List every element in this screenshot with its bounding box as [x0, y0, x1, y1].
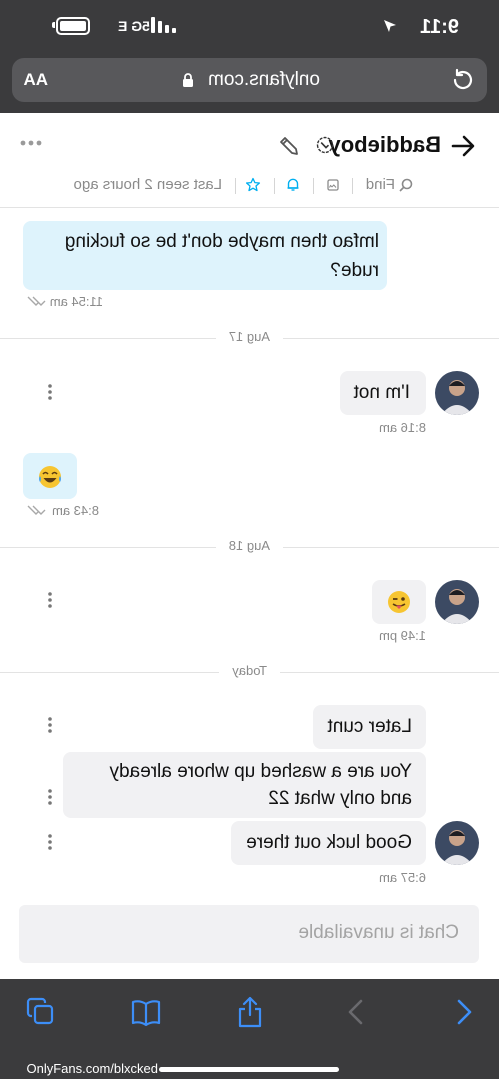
sender-avatar[interactable] — [435, 371, 479, 415]
read-receipt-icon — [27, 296, 46, 306]
verified-badge-icon — [316, 136, 334, 154]
search-icon[interactable] — [399, 178, 413, 192]
favorite-star-icon[interactable] — [245, 177, 261, 193]
meta-divider — [235, 178, 236, 194]
network-type: 5G E — [118, 18, 150, 34]
date-divider: Aug 18 — [0, 538, 499, 553]
meta-divider — [274, 178, 275, 194]
message-time: 1:49 pm — [379, 628, 426, 643]
message-bubble-sent[interactable]: I'm not — [340, 371, 426, 415]
tabs-icon[interactable] — [25, 995, 55, 1029]
message-time: 6:57 am — [379, 870, 426, 885]
message-time: 11:54 am — [49, 294, 103, 309]
date-divider: Today — [0, 663, 499, 678]
message-bubble-sent[interactable]: Good luck out there — [231, 821, 426, 865]
message-bubble-sent[interactable] — [372, 580, 426, 624]
message-text: Later cunt — [327, 716, 413, 737]
message-text: You are a washed up whore already — [109, 761, 412, 782]
sender-avatar[interactable] — [435, 580, 479, 624]
back-chevron-icon — [348, 999, 363, 1025]
chat-username[interactable]: Baddieboy — [329, 132, 441, 158]
message-bubble-received[interactable] — [23, 453, 77, 499]
chat-meta-row: Find Last seen 2 hours ago — [74, 176, 413, 196]
address-bar[interactable]: AA onlyfans.com — [12, 58, 487, 102]
bookmarks-icon[interactable] — [131, 995, 161, 1029]
message-options-icon[interactable] — [47, 592, 53, 608]
status-time: 9:11 — [420, 16, 459, 38]
text-size-button[interactable]: AA — [23, 70, 48, 90]
edit-pencil-icon[interactable] — [278, 135, 300, 157]
message-text: Good luck out there — [246, 832, 412, 853]
chat-unavailable-box: Chat is unavailable — [19, 905, 479, 963]
read-receipt-icon — [27, 505, 46, 515]
signal-icon — [150, 17, 176, 33]
message-text: I'm not — [353, 382, 410, 403]
winking-tongue-emoji-icon — [388, 591, 410, 613]
notification-bell-icon[interactable] — [286, 177, 300, 192]
back-arrow-icon[interactable] — [451, 135, 475, 157]
laughing-crying-emoji-icon — [39, 466, 61, 488]
home-indicator — [159, 1067, 339, 1072]
find-link[interactable]: Find — [366, 176, 395, 193]
last-seen-status: Last seen 2 hours ago — [73, 176, 222, 193]
reload-icon[interactable] — [451, 68, 475, 92]
message-text: lmfao then maybe don't be so fucking — [64, 231, 379, 252]
meta-divider — [313, 178, 314, 194]
share-icon[interactable] — [235, 995, 265, 1029]
message-options-icon[interactable] — [47, 384, 53, 400]
chat-unavailable-text: Chat is unavailable — [298, 922, 459, 943]
message-options-icon[interactable] — [47, 717, 53, 733]
battery-icon — [56, 17, 90, 35]
lock-icon — [183, 73, 193, 87]
message-options-icon[interactable] — [47, 834, 53, 850]
message-time: 8:43 am — [52, 503, 99, 518]
message-options-icon[interactable] — [47, 789, 53, 805]
message-time: 8:16 am — [379, 420, 426, 435]
browser-top: 9:11 5G E AA onlyfans.com — [0, 0, 499, 113]
date-divider: Aug 17 — [0, 329, 499, 344]
sender-avatar[interactable] — [435, 821, 479, 865]
screen: 9:11 5G E AA onlyfans.com Baddieboy Find — [0, 0, 499, 1079]
message-bubble-sent[interactable]: Later cunt — [313, 705, 426, 749]
forward-chevron-icon[interactable] — [449, 995, 479, 1029]
status-bar: 9:11 5G E — [0, 0, 499, 52]
watermark-text: OnlyFans.com/blxcked — [26, 1061, 159, 1076]
date-label: Aug 17 — [215, 329, 283, 344]
browser-toolbar: OnlyFans.com/blxcked — [0, 979, 499, 1079]
more-options-icon[interactable] — [19, 139, 43, 147]
media-gallery-icon[interactable] — [327, 179, 339, 191]
date-label: Today — [219, 663, 280, 678]
meta-divider — [352, 178, 353, 194]
date-label: Aug 18 — [215, 538, 283, 553]
url-text: onlyfans.com — [208, 69, 320, 90]
chat-header: Baddieboy Find Last seen 2 hours ago — [0, 113, 499, 208]
message-text: and only what 22 — [268, 788, 412, 809]
message-bubble-received[interactable]: lmfao then maybe don't be so fucking rud… — [23, 221, 387, 290]
message-text: rude? — [330, 260, 379, 281]
message-bubble-sent[interactable]: You are a washed up whore already and on… — [63, 752, 426, 818]
location-arrow-icon — [384, 20, 396, 32]
